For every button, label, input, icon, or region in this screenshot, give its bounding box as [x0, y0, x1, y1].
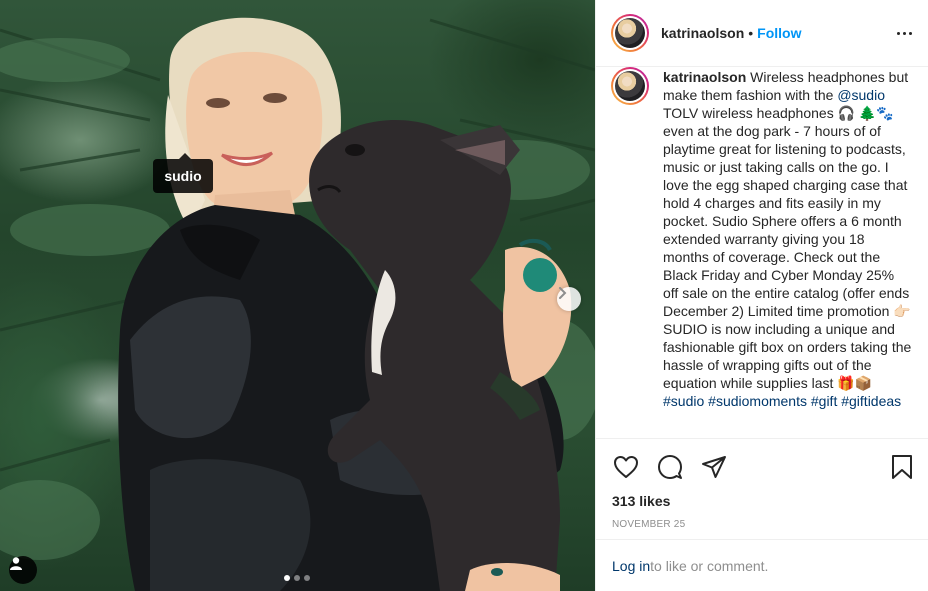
carousel-indicator: [284, 575, 310, 581]
avatar-image: [615, 18, 645, 48]
hashtag-link[interactable]: #sudio: [663, 393, 704, 409]
comment-icon: [658, 455, 682, 479]
post-date[interactable]: NOVEMBER 25: [612, 519, 912, 530]
comment-button[interactable]: [656, 453, 684, 481]
caption-text: TOLV wireless headphones 🎧 🌲🐾 even at th…: [663, 105, 912, 391]
post-actions: 313 likes NOVEMBER 25: [596, 438, 928, 530]
post-side-panel: katrinaolson • Follow katrinaolson Wirel…: [595, 0, 928, 591]
action-icons: [612, 439, 912, 491]
chevron-right-icon: [559, 287, 567, 299]
like-count[interactable]: 313 likes: [612, 491, 912, 511]
like-button[interactable]: [612, 453, 640, 481]
user-tag-icon: [10, 557, 22, 570]
post-caption: katrinaolson Wireless headphones but mak…: [663, 68, 913, 410]
follow-button[interactable]: Follow: [757, 25, 801, 41]
header-separator: •: [748, 25, 754, 41]
hashtag-link[interactable]: #gift: [811, 393, 837, 409]
author-username[interactable]: katrinaolson: [661, 25, 744, 41]
product-tag-label: sudio: [164, 168, 202, 184]
comments-area: katrinaolson Wireless headphones but mak…: [596, 67, 928, 438]
login-link[interactable]: Log in: [612, 558, 650, 574]
author-avatar[interactable]: [611, 14, 649, 52]
save-button[interactable]: [888, 453, 916, 481]
carousel-dot-active: [284, 575, 290, 581]
hashtag-link[interactable]: #giftideas: [841, 393, 901, 409]
next-photo-button[interactable]: [557, 287, 581, 311]
carousel-dot: [304, 575, 310, 581]
bookmark-icon: [892, 455, 912, 479]
post-header: katrinaolson • Follow: [596, 0, 928, 67]
share-icon: [702, 456, 726, 478]
post-photo[interactable]: sudio: [0, 0, 595, 591]
caption-username[interactable]: katrinaolson: [663, 69, 746, 85]
mention-link[interactable]: @sudio: [837, 87, 885, 103]
heart-icon: [614, 456, 638, 478]
photo-illustration: [0, 17, 595, 591]
hashtag-link[interactable]: #sudiomoments: [708, 393, 807, 409]
user-tags-button[interactable]: [9, 556, 37, 584]
caption-avatar[interactable]: [611, 67, 649, 105]
avatar-image: [615, 71, 645, 101]
product-tag[interactable]: sudio: [153, 153, 213, 193]
carousel-dot: [294, 575, 300, 581]
share-button[interactable]: [700, 453, 728, 481]
login-prompt-text: to like or comment.: [650, 557, 769, 574]
caption-row: katrinaolson Wireless headphones but mak…: [611, 67, 913, 410]
comment-bar: Log in to like or comment.: [596, 539, 928, 591]
more-options-icon[interactable]: [897, 31, 912, 35]
